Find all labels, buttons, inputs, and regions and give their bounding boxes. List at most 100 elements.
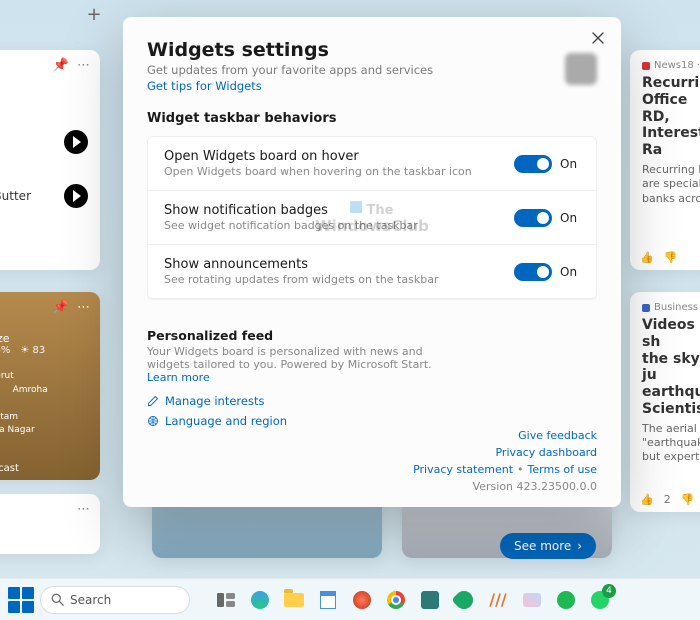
- bg-music-item: d Butter: [0, 189, 31, 203]
- app-icon: [353, 591, 371, 609]
- like-icon[interactable]: 👍: [640, 251, 654, 264]
- toggle-state: On: [560, 211, 580, 225]
- search-icon: [51, 593, 64, 606]
- bg-card-generic: ⋯: [0, 494, 100, 554]
- weather-humidity: 💧6%: [0, 345, 10, 356]
- bg-card-news: News18 · 3 Recurring Office RD, Interest…: [630, 50, 700, 270]
- user-avatar[interactable]: [565, 53, 597, 85]
- close-button[interactable]: [587, 27, 609, 49]
- map-label: bad: [0, 397, 88, 411]
- taskbar-spotify[interactable]: [552, 586, 580, 614]
- taskbar-whatsapp[interactable]: 4: [586, 586, 614, 614]
- weather-condition: Haze: [0, 332, 88, 345]
- toggle-announcements[interactable]: [514, 263, 552, 281]
- pencil-icon: [147, 395, 159, 407]
- map-label: Amroha: [13, 385, 48, 395]
- taskbar-edge[interactable]: [246, 586, 274, 614]
- feed-desc: Your Widgets board is personalized with …: [147, 345, 447, 384]
- taskbar-search[interactable]: Search: [40, 586, 190, 614]
- pin-icon[interactable]: 📌: [53, 300, 69, 315]
- setting-row-badges: Show notification badges See widget noti…: [148, 191, 596, 245]
- chrome-icon: [387, 591, 405, 609]
- summary: The aerial ph "earthquake but experts s: [642, 422, 700, 465]
- setting-desc: Open Widgets board when hovering on the …: [164, 165, 514, 178]
- close-icon: [592, 32, 604, 44]
- manage-interests-link[interactable]: Manage interests: [147, 394, 597, 408]
- privacy-statement-link[interactable]: Privacy statement: [413, 463, 513, 476]
- dialog-title: Widgets settings: [147, 39, 597, 61]
- taskbar-app-red[interactable]: [348, 586, 376, 614]
- map-label: Gautam: [0, 411, 88, 425]
- toggle-hover[interactable]: [514, 155, 552, 173]
- weather-aqi: ☀ 83: [20, 345, 45, 356]
- toggle-state: On: [560, 157, 580, 171]
- app-icon: ///: [489, 590, 507, 609]
- terms-link[interactable]: Terms of use: [528, 463, 597, 476]
- setting-row-hover: Open Widgets board on hover Open Widgets…: [148, 137, 596, 191]
- taskbar-chrome[interactable]: [382, 586, 410, 614]
- chevron-right-icon: ›: [577, 539, 582, 553]
- leaf-icon: [451, 587, 476, 612]
- play-icon[interactable]: [64, 184, 88, 208]
- dialog-subtitle: Get updates from your favorite apps and …: [147, 63, 597, 77]
- notification-badge: 4: [602, 584, 616, 598]
- toggle-badges[interactable]: [514, 209, 552, 227]
- pin-icon[interactable]: 📌: [53, 58, 69, 73]
- taskview-icon: [217, 593, 235, 607]
- app-icon: [421, 591, 439, 609]
- widgets-settings-dialog: Widgets settings Get updates from your f…: [123, 17, 621, 507]
- setting-row-announcements: Show announcements See rotating updates …: [148, 245, 596, 299]
- bg-card-news: Business In Videos sh the sky ju earthqu…: [630, 292, 700, 512]
- setting-label: Show announcements: [164, 257, 514, 272]
- setting-label: Show notification badges: [164, 203, 514, 218]
- forecast-label: orecast: [0, 463, 19, 474]
- setting-desc: See widget notification badges on the ta…: [164, 219, 514, 232]
- taskbar-notepad[interactable]: [314, 586, 342, 614]
- spotify-icon: [557, 591, 575, 609]
- search-placeholder: Search: [70, 593, 111, 607]
- source-label: Business In: [654, 302, 700, 313]
- feed-heading: Personalized feed: [147, 328, 597, 343]
- bg-card-music: 📌 ⋯ dia d Butter: [0, 50, 100, 270]
- summary: Recurring De are special te banks across: [642, 163, 700, 206]
- more-icon[interactable]: ⋯: [77, 58, 90, 73]
- edge-icon: [251, 591, 269, 609]
- taskbar-app-green[interactable]: [450, 586, 478, 614]
- play-icon[interactable]: [64, 130, 88, 154]
- see-more-label: See more: [514, 539, 571, 553]
- setting-label: Open Widgets board on hover: [164, 149, 514, 164]
- like-icon[interactable]: 👍: [640, 493, 654, 506]
- toggle-state: On: [560, 265, 580, 279]
- globe-icon: [147, 415, 159, 427]
- tips-link[interactable]: Get tips for Widgets: [147, 79, 597, 93]
- folder-icon: [284, 593, 304, 607]
- paint-icon: [523, 593, 541, 607]
- add-tab-button[interactable]: +: [84, 6, 104, 26]
- more-icon[interactable]: ⋯: [77, 300, 90, 315]
- map-label: ddha Nagar: [0, 424, 88, 438]
- dislike-icon[interactable]: 👎: [664, 251, 678, 264]
- learn-more-link[interactable]: Learn more: [147, 371, 210, 384]
- section-heading: Widget taskbar behaviors: [147, 111, 597, 126]
- taskbar-explorer[interactable]: [280, 586, 308, 614]
- give-feedback-link[interactable]: Give feedback: [518, 429, 597, 442]
- privacy-dashboard-link[interactable]: Privacy dashboard: [495, 446, 597, 459]
- headline: Videos sh the sky ju earthquak Scientist…: [642, 317, 700, 418]
- taskbar-paint[interactable]: [518, 586, 546, 614]
- taskbar-app-teal[interactable]: [416, 586, 444, 614]
- map-label: Meerut: [0, 370, 88, 384]
- notepad-icon: [320, 591, 336, 609]
- start-button[interactable]: [8, 587, 34, 613]
- link-label: Language and region: [165, 414, 287, 428]
- source-label: News18 · 3: [654, 60, 700, 71]
- language-region-link[interactable]: Language and region: [147, 414, 597, 428]
- version-label: Version 423.23500.0.0: [473, 480, 597, 493]
- dialog-footer: Give feedback Privacy dashboard Privacy …: [413, 429, 597, 493]
- more-icon[interactable]: ⋯: [77, 502, 90, 517]
- bg-card-weather: 📌 ⋯ Haze 💧6% ☀ 83 Meerut elhi Amroha bad…: [0, 292, 100, 480]
- dislike-icon[interactable]: 👎: [681, 493, 695, 506]
- taskbar-app-orange[interactable]: ///: [484, 586, 512, 614]
- see-more-button[interactable]: See more ›: [500, 533, 596, 559]
- taskbar: Search /// 4: [0, 578, 700, 620]
- taskbar-taskview[interactable]: [212, 586, 240, 614]
